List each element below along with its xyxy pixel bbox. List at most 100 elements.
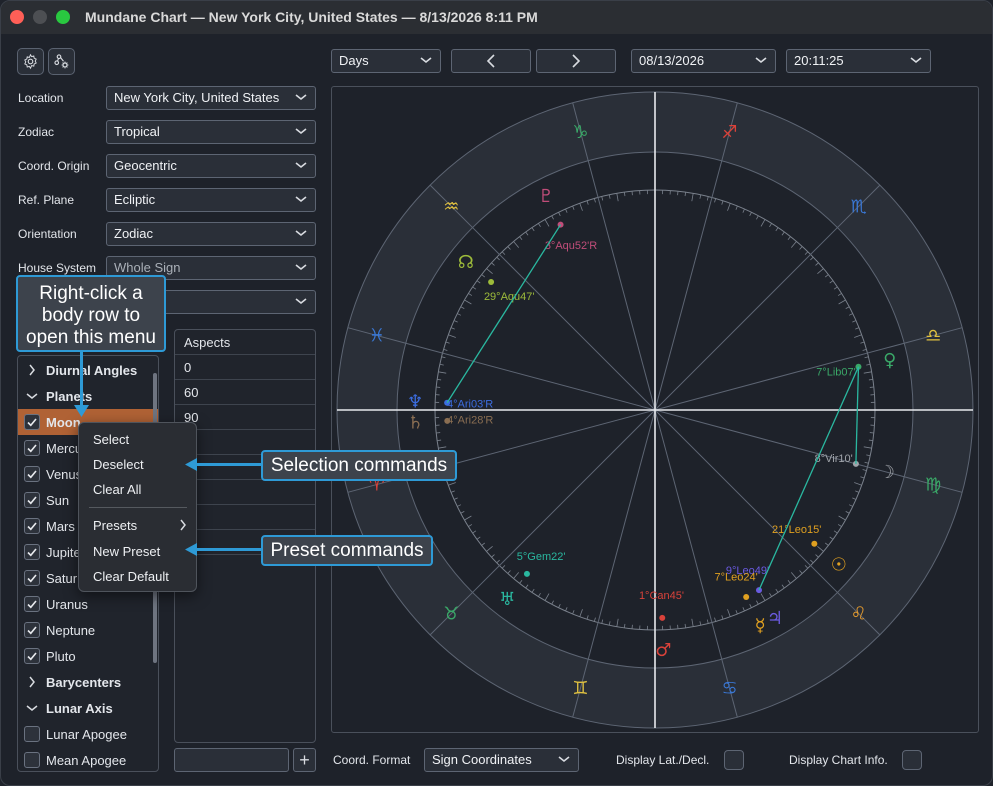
menu-item-presets[interactable]: Presets (93, 518, 137, 533)
checkmark-icon (27, 574, 37, 583)
body-label: 1°Can45' (639, 590, 684, 602)
body-marker (523, 570, 530, 577)
body-row-label: Lunar Axis (46, 701, 113, 716)
display-latdecl-checkbox[interactable] (724, 750, 744, 770)
body-checkbox[interactable] (24, 518, 40, 534)
ref-plane-value: Ecliptic (114, 192, 156, 207)
sign-glyph: ♓ (369, 325, 385, 346)
location-dropdown[interactable]: New York City, United States (106, 86, 316, 110)
body-row-label: Pluto (46, 649, 76, 664)
menu-item-new-preset[interactable]: New Preset (93, 544, 160, 559)
menu-item-deselect[interactable]: Deselect (93, 457, 144, 472)
chart-wheel[interactable]: ♈♉♊ ♋♌♍♎♏♐♑♒♓♇3°Aqu52'R☊29°Aqu47'♆ 4°Ari03… (332, 87, 978, 732)
body-row-label: Lunar Apogee (46, 727, 127, 742)
body-label: 5°Gem22' (517, 551, 566, 563)
coord-origin-dropdown[interactable]: Geocentric (106, 154, 316, 178)
body-label: 21°Leo15' (772, 524, 821, 536)
step-value: Days (339, 53, 369, 68)
chevron-down-icon[interactable] (26, 702, 38, 714)
body-row-label: Barycenters (46, 675, 122, 690)
aspect-input[interactable] (174, 748, 289, 772)
checkmark-icon (27, 522, 37, 531)
body-checkbox[interactable] (24, 596, 40, 612)
app-window: Mundane Chart — New York City, United St… (0, 0, 993, 786)
body-checkbox[interactable] (24, 414, 40, 430)
body-checkbox[interactable] (24, 648, 40, 664)
aspects-header: Aspects (175, 330, 315, 355)
minimize-window-button[interactable] (33, 10, 47, 24)
body-row-label: Planets (46, 389, 93, 404)
checkmark-icon (27, 496, 37, 505)
body-row[interactable]: Uranus (18, 591, 158, 617)
body-checkbox[interactable] (24, 570, 40, 586)
body-checkbox[interactable] (24, 726, 40, 742)
zodiac-dropdown[interactable]: Tropical (106, 120, 316, 144)
menu-separator (89, 507, 187, 508)
orientation-value: Zodiac (114, 226, 154, 241)
body-row-label: Mars (46, 519, 75, 534)
body-checkbox[interactable] (24, 544, 40, 560)
display-latdecl-label: Display Lat./Decl. (616, 753, 710, 767)
chevron-down-icon[interactable] (26, 390, 38, 402)
step-dropdown[interactable]: Days (331, 49, 441, 73)
body-label: 3°Aqu52'R (545, 240, 597, 252)
menu-item-select[interactable]: Select (93, 432, 129, 447)
menu-item-clear-all[interactable]: Clear All (93, 482, 141, 497)
chevron-down-icon (295, 94, 307, 101)
sign-glyph: ♊ (572, 678, 588, 699)
zoom-window-button[interactable] (56, 10, 70, 24)
zodiac-value: Tropical (114, 124, 160, 139)
body-group-row[interactable]: Diurnal Angles (18, 357, 158, 383)
body-label: 4°Ari28'R (447, 415, 493, 427)
coord-format-value: Sign Coordinates (432, 752, 532, 767)
settings-button[interactable] (17, 48, 44, 75)
aspect-row[interactable]: 60 (175, 380, 315, 405)
chevron-down-icon (295, 196, 307, 203)
body-checkbox[interactable] (24, 492, 40, 508)
arrow-down-icon (74, 405, 89, 417)
body-marker (659, 614, 666, 621)
body-checkbox[interactable] (24, 622, 40, 638)
step-back-button[interactable] (451, 49, 531, 73)
body-checkbox[interactable] (24, 466, 40, 482)
body-row[interactable]: Mean Apogee (18, 747, 158, 771)
chevron-right-icon[interactable] (26, 676, 38, 688)
sign-glyph: ♉ (443, 604, 459, 625)
add-aspect-button[interactable]: + (293, 748, 316, 772)
orientation-dropdown[interactable]: Zodiac (106, 222, 316, 246)
display-info-checkbox[interactable] (902, 750, 922, 770)
body-label: 8°Vir10' (815, 453, 853, 465)
checkmark-icon (27, 652, 37, 661)
chevron-right-icon[interactable] (26, 364, 38, 376)
body-row-label: Uranus (46, 597, 88, 612)
body-row[interactable]: Lunar Apogee (18, 721, 158, 747)
graph-settings-button[interactable] (48, 48, 75, 75)
close-window-button[interactable] (10, 10, 24, 24)
body-glyph: ♇ (538, 186, 554, 207)
sign-glyph: ♌ (851, 604, 867, 625)
body-glyph: ☉ (831, 554, 847, 575)
body-glyph: ☊ (458, 252, 474, 273)
body-label: 29°Aqu47' (484, 291, 535, 303)
menu-item-clear-default[interactable]: Clear Default (93, 569, 169, 584)
time-picker[interactable]: 20:11:25 (786, 49, 931, 73)
sign-glyph: ♏ (851, 196, 867, 217)
sign-glyph: ♑ (572, 122, 588, 143)
body-checkbox[interactable] (24, 752, 40, 768)
step-forward-button[interactable] (536, 49, 616, 73)
degree-tick (437, 439, 442, 442)
body-glyph: ♀ (883, 350, 896, 371)
body-group-row[interactable]: Barycenters (18, 669, 158, 695)
aspect-row[interactable]: 0 (175, 355, 315, 380)
ref-plane-dropdown[interactable]: Ecliptic (106, 188, 316, 212)
title-bar: Mundane Chart — New York City, United St… (1, 1, 992, 34)
body-row[interactable]: Neptune (18, 617, 158, 643)
body-group-row[interactable]: Lunar Axis (18, 695, 158, 721)
date-picker[interactable]: 08/13/2026 (631, 49, 776, 73)
body-row[interactable]: Pluto (18, 643, 158, 669)
checkmark-icon (27, 444, 37, 453)
body-checkbox[interactable] (24, 440, 40, 456)
coord-format-dropdown[interactable]: Sign Coordinates (424, 748, 579, 772)
chevron-down-icon (420, 57, 432, 64)
body-glyph: ♆ (407, 392, 423, 413)
